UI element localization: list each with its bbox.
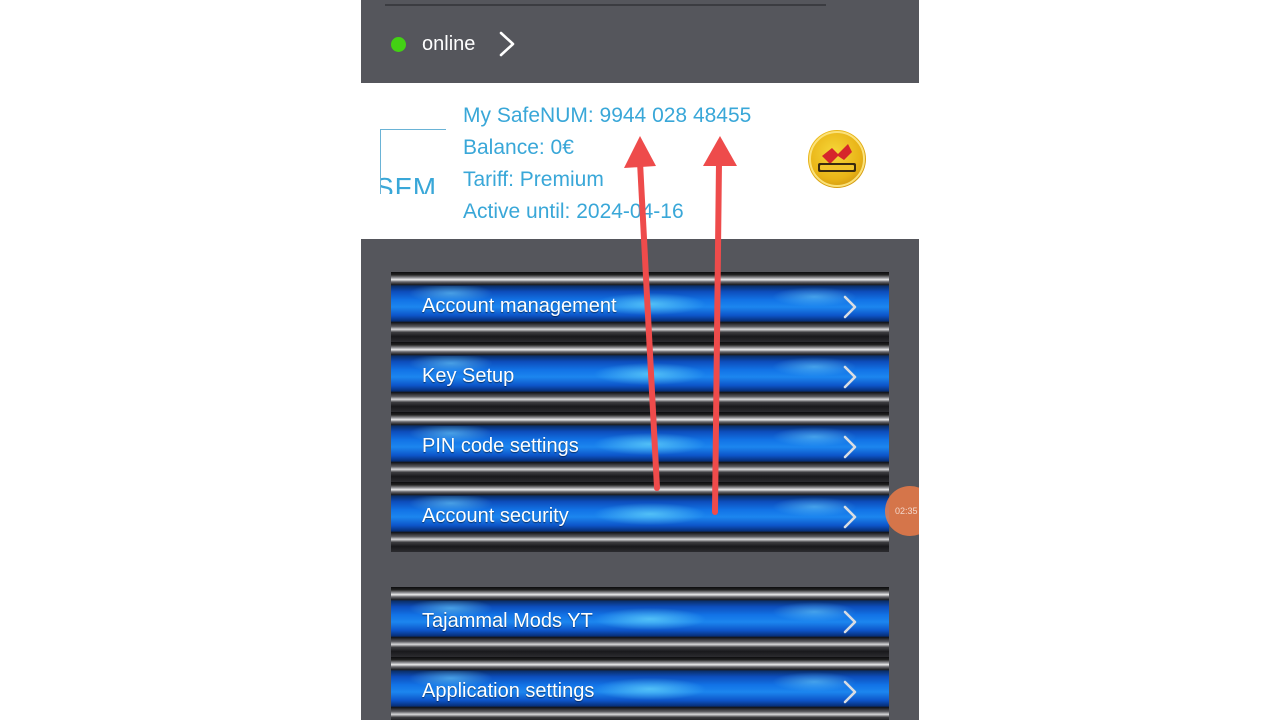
app-logo-text: SFM — [380, 172, 438, 194]
app-screen: online SFM My SafeNUM: 9944 028 48455 Ba… — [361, 0, 919, 720]
chevron-right-icon — [843, 365, 857, 389]
menu-item[interactable]: Account security — [391, 482, 889, 552]
menu-item-label: PIN code settings — [422, 435, 579, 457]
primary-menu: Account management Key Setup PIN code sett… — [391, 272, 889, 552]
account-details: My SafeNUM: 9944 028 48455 Balance: 0€ T… — [463, 100, 751, 228]
chevron-right-icon — [843, 505, 857, 529]
chevron-right-icon — [843, 295, 857, 319]
floating-timer-badge[interactable]: 02:35 — [885, 486, 919, 536]
menu-item[interactable]: Account management — [391, 272, 889, 342]
account-info-card: SFM My SafeNUM: 9944 028 48455 Balance: … — [361, 83, 919, 239]
safenum-text: My SafeNUM: 9944 028 48455 — [463, 104, 752, 127]
menu-item-label: Account management — [422, 295, 617, 317]
user-avatar[interactable] — [808, 130, 866, 188]
menu-item-label: Tajammal Mods YT — [422, 610, 593, 632]
chevron-right-icon — [843, 435, 857, 459]
status-row[interactable]: online — [391, 26, 519, 62]
app-logo: SFM — [380, 129, 446, 194]
avatar-emblem-icon — [809, 131, 865, 187]
online-status-dot — [391, 36, 406, 52]
menu-item[interactable]: PIN code settings — [391, 412, 889, 482]
menu-item[interactable]: Application settings — [391, 657, 889, 720]
menu-item-label: Account security — [422, 505, 569, 527]
status-label: online — [422, 32, 476, 55]
divider — [385, 4, 826, 6]
active-until-text: Active until: 2024-04-16 — [463, 200, 684, 223]
tariff-text: Tariff: Premium — [463, 168, 604, 191]
chevron-right-icon — [843, 680, 857, 704]
chevron-right-icon — [500, 31, 515, 57]
secondary-menu: Tajammal Mods YT Application settings — [391, 587, 889, 720]
menu-item-label: Application settings — [422, 680, 595, 702]
menu-item-label: Key Setup — [422, 365, 515, 387]
chevron-right-icon — [843, 610, 857, 634]
menu-item[interactable]: Key Setup — [391, 342, 889, 412]
balance-text: Balance: 0€ — [463, 136, 574, 159]
menu-item[interactable]: Tajammal Mods YT — [391, 587, 889, 657]
